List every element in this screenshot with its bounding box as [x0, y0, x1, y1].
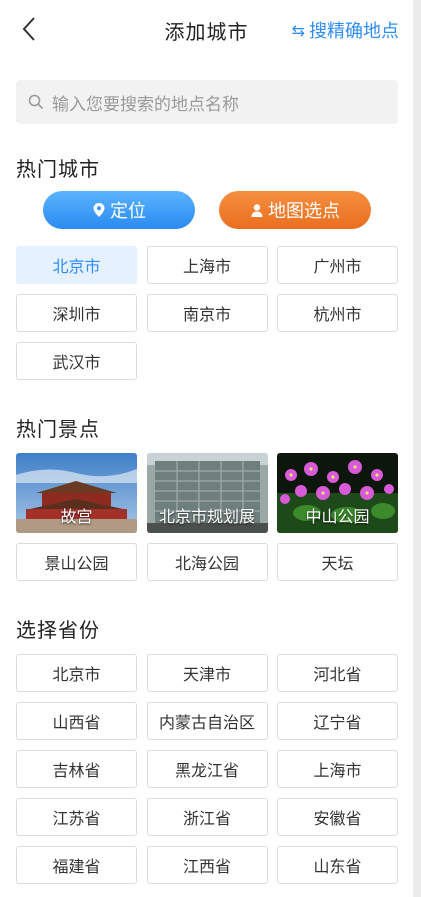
province-chip[interactable]: 天津市 — [146, 654, 268, 692]
spot-chip[interactable]: 景山公园 — [16, 543, 137, 581]
province-chip[interactable]: 吉林省 — [16, 750, 137, 788]
province-chip[interactable]: 辽宁省 — [277, 702, 398, 740]
spot-label: 北京市规划展 — [158, 507, 255, 526]
precise-search-label: 搜精确地点 — [309, 21, 399, 42]
province-chip[interactable]: 江苏省 — [16, 798, 137, 836]
province-chip[interactable]: 上海市 — [277, 750, 398, 788]
province-chip[interactable]: 山西省 — [16, 702, 137, 740]
hot-spot-grid: 景山公园 北海公园 天坛 — [16, 543, 398, 581]
province-chip[interactable]: 安徽省 — [277, 798, 398, 836]
province-chip[interactable]: 河北省 — [277, 654, 398, 692]
spot-label: 故宫 — [60, 507, 93, 526]
hot-cities-title: 热门城市 — [16, 157, 100, 181]
add-city-page: 添加城市 ⇆ 搜精确地点 输入您要搜索的地点名称 热门城市 定位 地图选点 北京… — [0, 0, 413, 897]
scrollbar-track[interactable] — [413, 0, 421, 897]
spot-card-gugong[interactable]: 故宫 — [16, 453, 137, 533]
search-icon — [28, 94, 44, 110]
city-chip[interactable]: 武汉市 — [16, 342, 137, 380]
locate-label: 定位 — [110, 201, 146, 222]
spot-chip[interactable]: 天坛 — [277, 543, 398, 581]
search-input[interactable]: 输入您要搜索的地点名称 — [16, 80, 398, 124]
search-placeholder: 输入您要搜索的地点名称 — [52, 94, 239, 115]
city-chip[interactable]: 深圳市 — [16, 294, 137, 332]
spot-card-planning-exhibition[interactable]: 北京市规划展 — [146, 453, 268, 533]
map-pick-button[interactable]: 地图选点 — [219, 191, 371, 229]
province-chip[interactable]: 山东省 — [277, 846, 398, 884]
city-chip[interactable]: 南京市 — [146, 294, 268, 332]
map-pick-label: 地图选点 — [268, 201, 340, 222]
hot-spots-title: 热门景点 — [16, 417, 100, 441]
province-chip[interactable]: 内蒙古自治区 — [146, 702, 268, 740]
swap-arrows-icon: ⇆ — [291, 20, 305, 40]
city-chip[interactable]: 广州市 — [277, 246, 398, 284]
city-chip[interactable]: 北京市 — [16, 246, 137, 284]
province-grid: 北京市 天津市 河北省 山西省 内蒙古自治区 辽宁省 吉林省 黑龙江省 上海市 … — [16, 654, 398, 884]
precise-search-link[interactable]: ⇆ 搜精确地点 — [292, 17, 399, 43]
person-pin-icon — [251, 203, 263, 217]
hot-spot-photos: 故宫 北京市规划展 中山公园 — [16, 453, 398, 533]
city-chip[interactable]: 上海市 — [146, 246, 268, 284]
hot-city-grid: 北京市 上海市 广州市 深圳市 南京市 杭州市 武汉市 — [16, 246, 398, 380]
spot-chip[interactable]: 北海公园 — [146, 543, 268, 581]
spot-label: 中山公园 — [305, 507, 370, 526]
province-chip[interactable]: 浙江省 — [146, 798, 268, 836]
header: 添加城市 ⇆ 搜精确地点 — [0, 0, 413, 60]
spot-card-zhongshan-park[interactable]: 中山公园 — [277, 453, 398, 533]
provinces-title: 选择省份 — [16, 618, 100, 642]
province-chip[interactable]: 黑龙江省 — [146, 750, 268, 788]
location-pin-icon — [93, 203, 105, 217]
city-chip[interactable]: 杭州市 — [277, 294, 398, 332]
province-chip[interactable]: 北京市 — [16, 654, 137, 692]
province-chip[interactable]: 福建省 — [16, 846, 137, 884]
locate-button[interactable]: 定位 — [43, 191, 195, 229]
province-chip[interactable]: 江西省 — [146, 846, 268, 884]
